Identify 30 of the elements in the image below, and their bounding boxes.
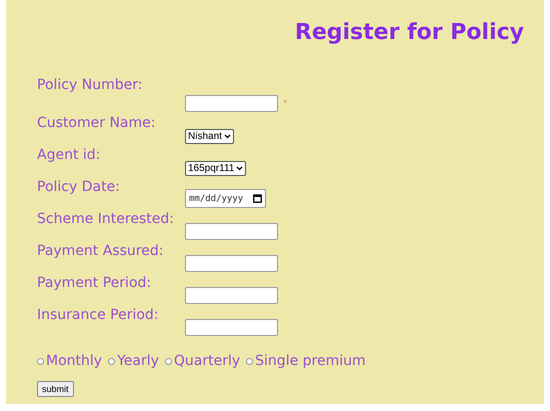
input-field[interactable] [185, 223, 278, 240]
field-label: Scheme Interested: [37, 211, 175, 227]
input-field[interactable] [185, 287, 278, 304]
field-label: Payment Assured: [37, 243, 164, 259]
input-field[interactable] [185, 319, 278, 336]
radio-button[interactable] [164, 358, 172, 364]
date-field[interactable]: mm/dd/yyyy [185, 189, 266, 208]
dropdown[interactable]: 165pqr111 [185, 161, 246, 176]
caret-icon[interactable] [236, 166, 244, 171]
radio-label[interactable]: Yearly [117, 353, 159, 369]
radio-label[interactable]: Monthly [46, 353, 102, 369]
form-title: Register for Policy [294, 20, 524, 45]
radio-button[interactable] [108, 358, 116, 364]
radio-label[interactable]: Single premium [255, 353, 366, 369]
field-label: Customer Name: [37, 115, 156, 131]
radio-button[interactable] [37, 358, 44, 364]
input-field[interactable] [185, 255, 278, 272]
field-label: Insurance Period: [37, 307, 160, 323]
field-label: Policy Number: [37, 77, 144, 93]
caret-icon[interactable] [224, 134, 231, 139]
field-label: Agent id: [37, 147, 102, 163]
dropdown[interactable]: Nishant [185, 129, 234, 144]
radio-button[interactable] [246, 358, 254, 364]
required-mark: * [283, 98, 288, 108]
input-field[interactable] [185, 95, 278, 112]
radio-label[interactable]: Quarterly [174, 353, 240, 369]
field-label: Payment Period: [37, 275, 152, 291]
submit-button[interactable]: submit [37, 381, 74, 397]
calendar-icon[interactable] [253, 194, 262, 203]
field-label: Policy Date: [37, 179, 121, 195]
